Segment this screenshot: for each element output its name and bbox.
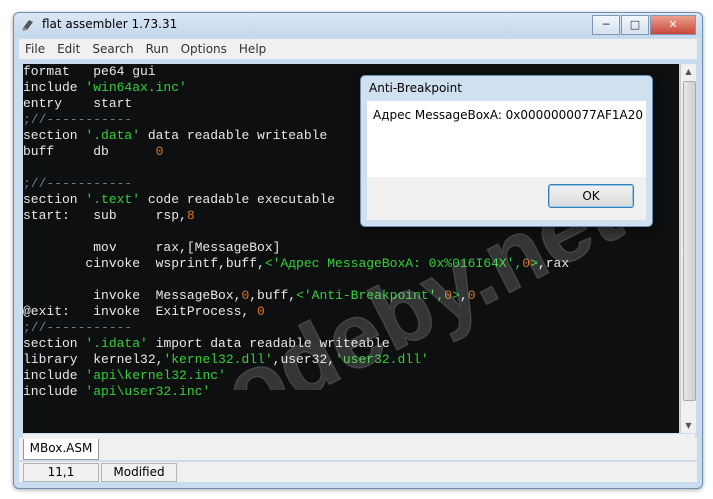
code-token: 0 [444, 288, 453, 303]
code-token: 'kernel32.dll' [163, 352, 273, 367]
window-controls: ─ □ ✕ [591, 15, 696, 35]
scroll-up-icon[interactable]: ▲ [681, 64, 696, 79]
code-token: cinvoke wsprintf,buff, [23, 256, 265, 271]
code-token: include [23, 368, 86, 383]
code-token: ;//----------- [23, 176, 133, 191]
code-token: , [459, 288, 468, 303]
menu-options[interactable]: Options [175, 39, 233, 56]
close-button[interactable]: ✕ [650, 15, 696, 35]
code-token: include [23, 80, 86, 95]
code-token: 0 [155, 144, 164, 159]
code-line[interactable]: library kernel32,'kernel32.dll',user32,'… [23, 352, 679, 368]
code-token: 'win64ax.inc' [85, 80, 187, 95]
code-token: '.idata' [85, 336, 148, 351]
code-token: ;//----------- [23, 320, 133, 335]
code-token: 'user32.dll' [335, 352, 429, 367]
code-token: '.data' [85, 128, 141, 143]
code-token: ;//----------- [23, 112, 133, 127]
code-line[interactable]: mov rax,[MessageBox] [23, 240, 679, 256]
message-box-dialog: Anti-Breakpoint Адрес MessageBoxA: 0x000… [360, 75, 653, 227]
cursor-position: 11,1 [23, 463, 99, 482]
window-title: flat assembler 1.73.31 [42, 17, 178, 31]
modified-indicator: Modified [101, 463, 177, 482]
code-token: buff db [23, 144, 156, 159]
code-token: > [452, 288, 460, 303]
code-line[interactable] [23, 272, 679, 288]
code-token: mov rax,[MessageBox] [23, 240, 281, 255]
code-token: 'api\user32.inc' [85, 384, 211, 399]
code-token: 8 [186, 208, 195, 223]
code-token: start: sub rsp, [23, 208, 187, 223]
code-token: '.text' [85, 192, 141, 207]
code-token: format pe64 gui [23, 64, 156, 79]
code-line[interactable]: include 'api\kernel32.inc' [23, 368, 679, 384]
app-icon [22, 20, 33, 31]
code-line[interactable]: include 'api\user32.inc' [23, 384, 679, 400]
dialog-message: Адрес MessageBoxA: 0x0000000077AF1A20 [373, 108, 643, 122]
code-token: ,buff, [249, 288, 297, 303]
minimize-button[interactable]: ─ [592, 15, 620, 35]
ok-button[interactable]: OK [548, 184, 634, 208]
code-token: code readable executable [140, 192, 336, 207]
code-token: include [23, 384, 86, 399]
code-token: library kernel32, [23, 352, 164, 367]
dialog-title: Anti-Breakpoint [369, 81, 462, 95]
code-token: entry start [23, 96, 133, 111]
code-token: ,user32, [272, 352, 336, 367]
code-token: 0 [257, 304, 265, 319]
menu-edit[interactable]: Edit [51, 39, 86, 56]
code-token: ,rax [537, 256, 570, 271]
code-token: section [23, 192, 86, 207]
menu-file[interactable]: File [19, 39, 51, 56]
code-token: section [23, 128, 86, 143]
code-token: invoke MessageBox, [23, 288, 242, 303]
code-token: 'api\kernel32.inc' [85, 368, 226, 383]
code-token: 0 [467, 288, 476, 303]
code-token: > [530, 256, 538, 271]
code-line[interactable]: @exit: invoke ExitProcess, 0 [23, 304, 679, 320]
code-token: data readable writeable [140, 128, 328, 143]
menu-search[interactable]: Search [86, 39, 139, 56]
code-token: 0 [522, 256, 531, 271]
title-bar[interactable]: flat assembler 1.73.31 ─ □ ✕ [14, 13, 702, 37]
vertical-scrollbar[interactable]: ▲ ▼ [680, 64, 696, 433]
status-bar: 11,1 Modified [19, 462, 697, 482]
code-token: <'Адрес MessageBoxA: 0x%016I64X', [264, 256, 523, 271]
code-token: <'Anti-Breakpoint', [296, 288, 445, 303]
code-line[interactable]: section '.idata' import data readable wr… [23, 336, 679, 352]
code-token: @exit: invoke ExitProcess, [23, 304, 258, 319]
tab-mbox-asm[interactable]: MBox.ASM [23, 439, 99, 460]
code-token: import data readable writeable [147, 336, 390, 351]
menu-run[interactable]: Run [140, 39, 175, 56]
code-line[interactable]: invoke MessageBox, 0 ,buff,<'Anti-Breakpoi… [23, 288, 679, 304]
scroll-down-icon[interactable]: ▼ [681, 418, 696, 433]
maximize-button[interactable]: □ [621, 15, 649, 35]
code-line[interactable]: cinvoke wsprintf,buff,<'Адрес MessageBox… [23, 256, 679, 272]
code-line[interactable]: ;//----------- [23, 320, 679, 336]
file-tab-bar: MBox.ASM [19, 438, 697, 460]
code-token: section [23, 336, 86, 351]
menu-help[interactable]: Help [233, 39, 272, 56]
menu-bar: File Edit Search Run Options Help [19, 39, 697, 59]
scroll-thumb[interactable] [683, 81, 696, 401]
